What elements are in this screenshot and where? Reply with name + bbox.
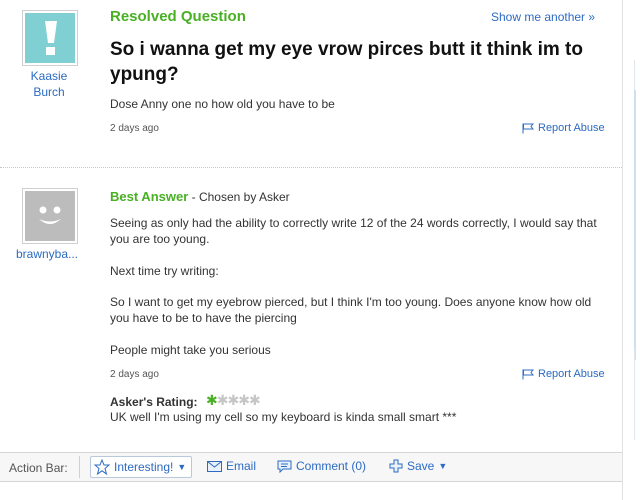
save-button[interactable]: Save ▼ xyxy=(389,459,447,473)
star-rating: ✱✱✱✱✱ xyxy=(206,392,261,409)
askers-rating-label: Asker's Rating: xyxy=(110,395,198,409)
save-label: Save xyxy=(407,459,435,473)
question-timestamp: 2 days ago xyxy=(110,123,159,134)
empty-star-icon: ✱ xyxy=(248,392,261,408)
askers-rating-comment: UK well I'm using my cell so my keyboard… xyxy=(110,410,457,424)
empty-star-icon: ✱ xyxy=(227,392,239,408)
interesting-button[interactable]: Interesting! ▼ xyxy=(90,456,193,478)
asker-name-link[interactable]: Kaasie Burch xyxy=(18,68,80,100)
action-bar-separator xyxy=(79,456,80,478)
report-abuse-label: Report Abuse xyxy=(538,368,605,380)
plus-icon xyxy=(389,459,403,473)
question-body: Dose Anny one no how old you have to be xyxy=(110,97,335,111)
asker-avatar[interactable] xyxy=(22,10,78,66)
flag-icon xyxy=(522,369,534,379)
exclamation-avatar-icon xyxy=(25,13,75,63)
chosen-by-asker-label: - Chosen by Asker xyxy=(188,190,290,204)
answerer-avatar[interactable] xyxy=(22,188,78,244)
flag-icon xyxy=(522,123,534,133)
empty-star-icon: ✱ xyxy=(238,392,250,408)
email-label: Email xyxy=(226,459,257,473)
comment-label: Comment (0) xyxy=(296,459,367,473)
answer-paragraph: People might take you serious xyxy=(110,343,271,357)
chevron-down-icon: ▼ xyxy=(438,461,448,471)
filled-star-icon: ✱ xyxy=(206,392,218,408)
email-button[interactable]: Email xyxy=(207,459,256,473)
default-smiley-avatar-icon xyxy=(25,191,75,241)
answer-report-abuse-link[interactable]: Report Abuse xyxy=(522,368,605,380)
best-answer-heading: Best Answer - Chosen by Asker xyxy=(110,189,290,204)
question-title: So i wanna get my eye vrow pirces butt i… xyxy=(110,39,583,85)
action-bar-label: Action Bar: xyxy=(9,461,68,475)
envelope-icon xyxy=(207,460,222,472)
answerer-name-link[interactable]: brawnyba... xyxy=(8,247,86,261)
section-divider xyxy=(0,167,622,168)
answer-paragraph: So I want to get my eyebrow pierced, but… xyxy=(110,295,592,325)
report-abuse-label: Report Abuse xyxy=(538,122,605,134)
action-bar: Action Bar: Interesting! ▼ Email Comment… xyxy=(0,452,622,482)
question-report-abuse-link[interactable]: Report Abuse xyxy=(522,122,605,134)
answer-timestamp: 2 days ago xyxy=(110,369,159,380)
resolved-question-label: Resolved Question xyxy=(110,8,246,25)
comment-button[interactable]: Comment (0) xyxy=(277,459,366,473)
right-frame-edge xyxy=(626,0,640,500)
empty-star-icon: ✱ xyxy=(216,392,229,408)
show-another-link[interactable]: Show me another » xyxy=(491,10,595,24)
chevron-down-icon: ▼ xyxy=(177,462,187,472)
answer-paragraph: Next time try writing: xyxy=(110,264,219,278)
speech-bubble-icon xyxy=(277,460,292,473)
interesting-label: Interesting! xyxy=(114,460,174,474)
answer-paragraph: Seeing as only had the ability to correc… xyxy=(110,216,597,246)
best-answer-label: Best Answer xyxy=(110,189,189,204)
star-outline-icon xyxy=(94,459,110,475)
